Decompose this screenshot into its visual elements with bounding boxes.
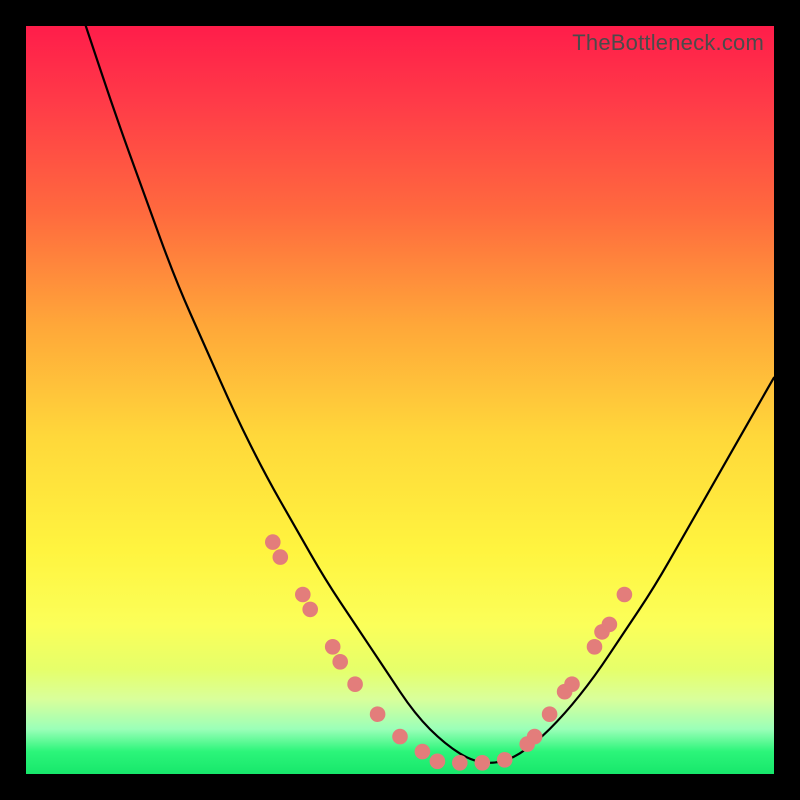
data-point [273, 550, 288, 565]
data-point [453, 756, 468, 771]
data-point [565, 677, 580, 692]
data-point [527, 729, 542, 744]
data-point [333, 655, 348, 670]
chart-frame: TheBottleneck.com [0, 0, 800, 800]
data-point [602, 617, 617, 632]
data-point [266, 535, 281, 550]
data-point [430, 754, 445, 769]
data-point [348, 677, 363, 692]
data-point [475, 756, 490, 771]
data-point [325, 640, 340, 655]
data-point [617, 587, 632, 602]
data-point [370, 707, 385, 722]
data-point [393, 729, 408, 744]
data-point [296, 587, 311, 602]
data-point [303, 602, 318, 617]
data-point [542, 707, 557, 722]
plot-area: TheBottleneck.com [26, 26, 774, 774]
data-point [587, 640, 602, 655]
data-point [415, 744, 430, 759]
bottleneck-curve [86, 26, 774, 763]
data-point [497, 753, 512, 768]
curve-layer [26, 26, 774, 774]
